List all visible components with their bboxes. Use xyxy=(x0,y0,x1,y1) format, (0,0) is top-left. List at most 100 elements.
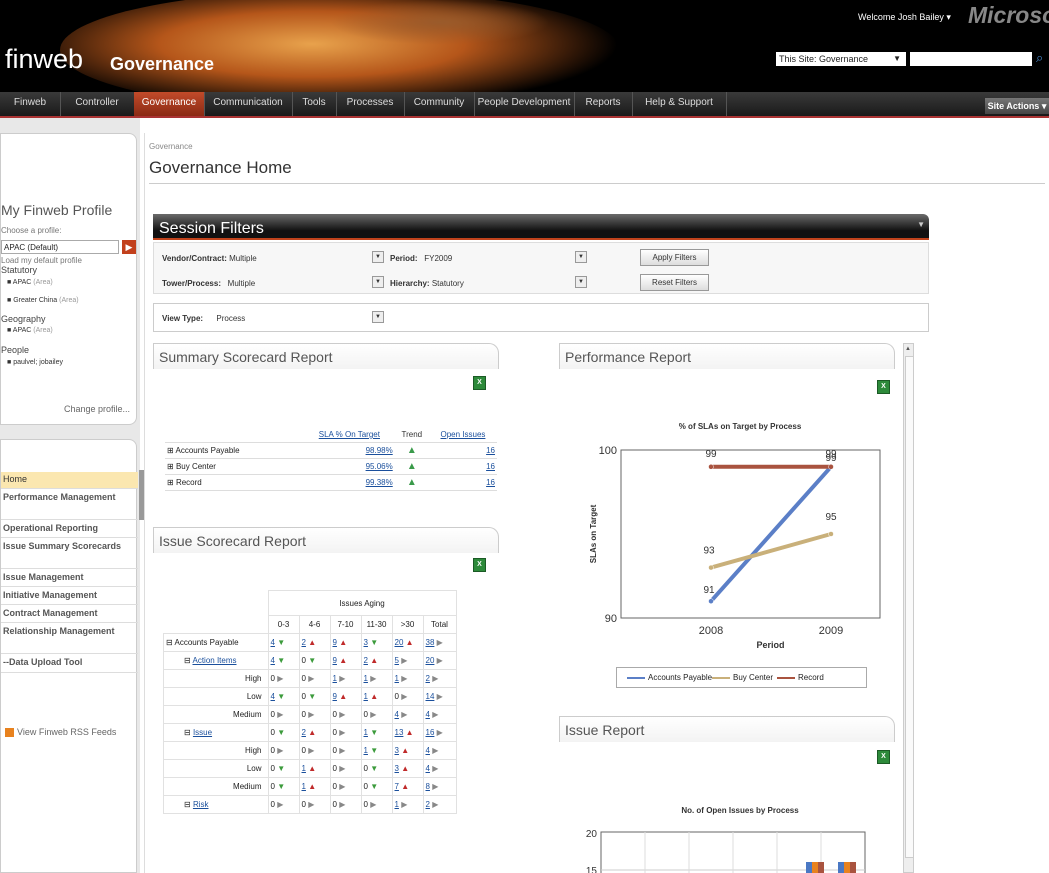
count-value[interactable]: 8 xyxy=(426,782,430,791)
open-issues-link[interactable]: 16 xyxy=(486,462,495,471)
excel-export-icon[interactable]: X xyxy=(473,558,486,572)
hierarchy-dropdown-button[interactable]: ▼ xyxy=(575,276,587,288)
count-value[interactable]: 1 xyxy=(364,728,368,737)
row-label-cell[interactable]: ⊟ Action Items xyxy=(163,651,269,670)
collapse-icon[interactable]: ⊟ xyxy=(184,728,193,737)
tower-dropdown-button[interactable]: ▼ xyxy=(372,276,384,288)
scroll-up-icon[interactable]: ▲ xyxy=(905,346,911,352)
column-header[interactable]: Trend xyxy=(394,427,429,443)
count-value[interactable]: 14 xyxy=(426,692,435,701)
sidebar-item[interactable]: Relationship Management xyxy=(1,624,138,654)
collapse-icon[interactable]: ▼ xyxy=(917,220,925,230)
count-value[interactable]: 9 xyxy=(333,656,337,665)
search-scope-select[interactable]: This Site: Governance ▼ xyxy=(776,52,906,66)
count-value[interactable]: 4 xyxy=(271,692,275,701)
nav-tab-people-development[interactable]: People Development xyxy=(474,92,575,116)
sidebar-item[interactable]: Contract Management xyxy=(1,606,138,623)
row-label-link[interactable]: Risk xyxy=(193,800,209,809)
count-value[interactable]: 5 xyxy=(395,656,399,665)
count-value[interactable]: 9 xyxy=(333,638,337,647)
nav-tab-communication[interactable]: Communication xyxy=(204,92,293,116)
count-value[interactable]: 4 xyxy=(271,656,275,665)
column-header-link[interactable]: SLA % On Target xyxy=(319,430,380,439)
count-value[interactable]: 1 xyxy=(302,782,306,791)
column-header-link[interactable]: Open Issues xyxy=(441,430,486,439)
nav-tab-reports[interactable]: Reports xyxy=(574,92,633,116)
count-value[interactable]: 4 xyxy=(271,638,275,647)
nav-tab-controller[interactable]: Controller xyxy=(60,92,135,116)
count-value[interactable]: 38 xyxy=(426,638,435,647)
excel-export-icon[interactable]: X xyxy=(473,376,486,390)
count-value[interactable]: 4 xyxy=(395,710,399,719)
count-value[interactable]: 2 xyxy=(364,656,368,665)
count-value[interactable]: 2 xyxy=(302,638,306,647)
count-value[interactable]: 4 xyxy=(426,746,430,755)
nav-tab-community[interactable]: Community xyxy=(404,92,475,116)
nav-tab-processes[interactable]: Processes xyxy=(336,92,405,116)
vertical-scrollbar[interactable]: ▲ xyxy=(903,343,914,873)
count-value[interactable]: 1 xyxy=(395,800,399,809)
count-value[interactable]: 20 xyxy=(426,656,435,665)
period-dropdown-button[interactable]: ▼ xyxy=(575,251,587,263)
row-label-cell[interactable]: ⊟ Risk xyxy=(163,795,269,814)
count-value[interactable]: 9 xyxy=(333,692,337,701)
count-value[interactable]: 1 xyxy=(302,764,306,773)
count-value[interactable]: 3 xyxy=(395,764,399,773)
sla-link[interactable]: 95.06% xyxy=(366,462,393,471)
count-value[interactable]: 2 xyxy=(426,800,430,809)
excel-export-icon[interactable]: X xyxy=(877,380,890,394)
column-header[interactable]: SLA % On Target xyxy=(304,427,395,443)
open-issues-link[interactable]: 16 xyxy=(486,478,495,487)
sidebar-item[interactable]: Performance Management xyxy=(1,490,138,520)
sidebar-item[interactable]: Issue Summary Scorecards xyxy=(1,539,138,569)
sidebar-item[interactable]: --Data Upload Tool xyxy=(1,655,138,673)
site-name[interactable]: finweb xyxy=(5,44,83,75)
vendor-dropdown-button[interactable]: ▼ xyxy=(372,251,384,263)
sidebar-item[interactable]: Operational Reporting xyxy=(1,521,138,538)
count-value[interactable]: 1 xyxy=(364,692,368,701)
excel-export-icon[interactable]: X xyxy=(877,750,890,764)
breadcrumb[interactable]: Governance xyxy=(149,142,193,151)
search-icon[interactable]: ⌕ xyxy=(1036,50,1043,66)
welcome-menu[interactable]: Welcome Josh Bailey ▾ xyxy=(858,12,951,23)
row-label-link[interactable]: Action Items xyxy=(192,656,236,665)
site-actions-button[interactable]: Site Actions ▾ xyxy=(985,98,1049,114)
row-label-cell[interactable]: ⊞ Accounts Payable xyxy=(165,442,304,459)
collapse-icon[interactable]: ⊟ xyxy=(184,800,193,809)
row-label-cell[interactable]: ⊞ Record xyxy=(165,474,304,491)
view-type-dropdown-button[interactable]: ▼ xyxy=(372,311,384,323)
count-value[interactable]: 4 xyxy=(426,764,430,773)
count-value[interactable]: 1 xyxy=(333,674,337,683)
nav-tab-help-support[interactable]: Help & Support xyxy=(632,92,727,116)
count-value[interactable]: 13 xyxy=(395,728,404,737)
row-label-cell[interactable]: ⊟ Issue xyxy=(163,723,269,742)
change-profile-link[interactable]: Change profile... xyxy=(64,404,130,414)
count-value[interactable]: 3 xyxy=(395,746,399,755)
sidebar-item[interactable]: Issue Management xyxy=(1,570,138,587)
count-value[interactable]: 2 xyxy=(302,728,306,737)
open-issues-link[interactable]: 16 xyxy=(486,446,495,455)
apply-filters-button[interactable]: Apply Filters xyxy=(640,249,709,266)
row-label-cell[interactable]: ⊞ Buy Center xyxy=(165,458,304,475)
sidebar-item[interactable]: Initiative Management xyxy=(1,588,138,605)
row-label-link[interactable]: Issue xyxy=(193,728,212,737)
count-value[interactable]: 1 xyxy=(395,674,399,683)
scrollbar-thumb[interactable] xyxy=(905,356,914,858)
count-value[interactable]: 1 xyxy=(364,746,368,755)
count-value[interactable]: 4 xyxy=(426,710,430,719)
sla-link[interactable]: 98.98% xyxy=(366,446,393,455)
count-value[interactable]: 2 xyxy=(426,674,430,683)
expand-icon[interactable]: ⊞ xyxy=(167,462,176,471)
count-value[interactable]: 7 xyxy=(395,782,399,791)
column-header[interactable]: Open Issues xyxy=(428,427,497,443)
section-name[interactable]: Governance xyxy=(110,54,214,75)
row-label-cell[interactable]: ⊟ Accounts Payable xyxy=(163,633,269,652)
sla-link[interactable]: 99.38% xyxy=(366,478,393,487)
count-value[interactable]: 1 xyxy=(364,674,368,683)
count-value[interactable]: 3 xyxy=(364,638,368,647)
count-value[interactable]: 16 xyxy=(426,728,435,737)
sidebar-item[interactable]: Home xyxy=(1,472,138,489)
nav-tab-tools[interactable]: Tools xyxy=(292,92,337,116)
expand-icon[interactable]: ⊞ xyxy=(167,478,176,487)
profile-select[interactable]: APAC (Default) xyxy=(1,240,119,254)
